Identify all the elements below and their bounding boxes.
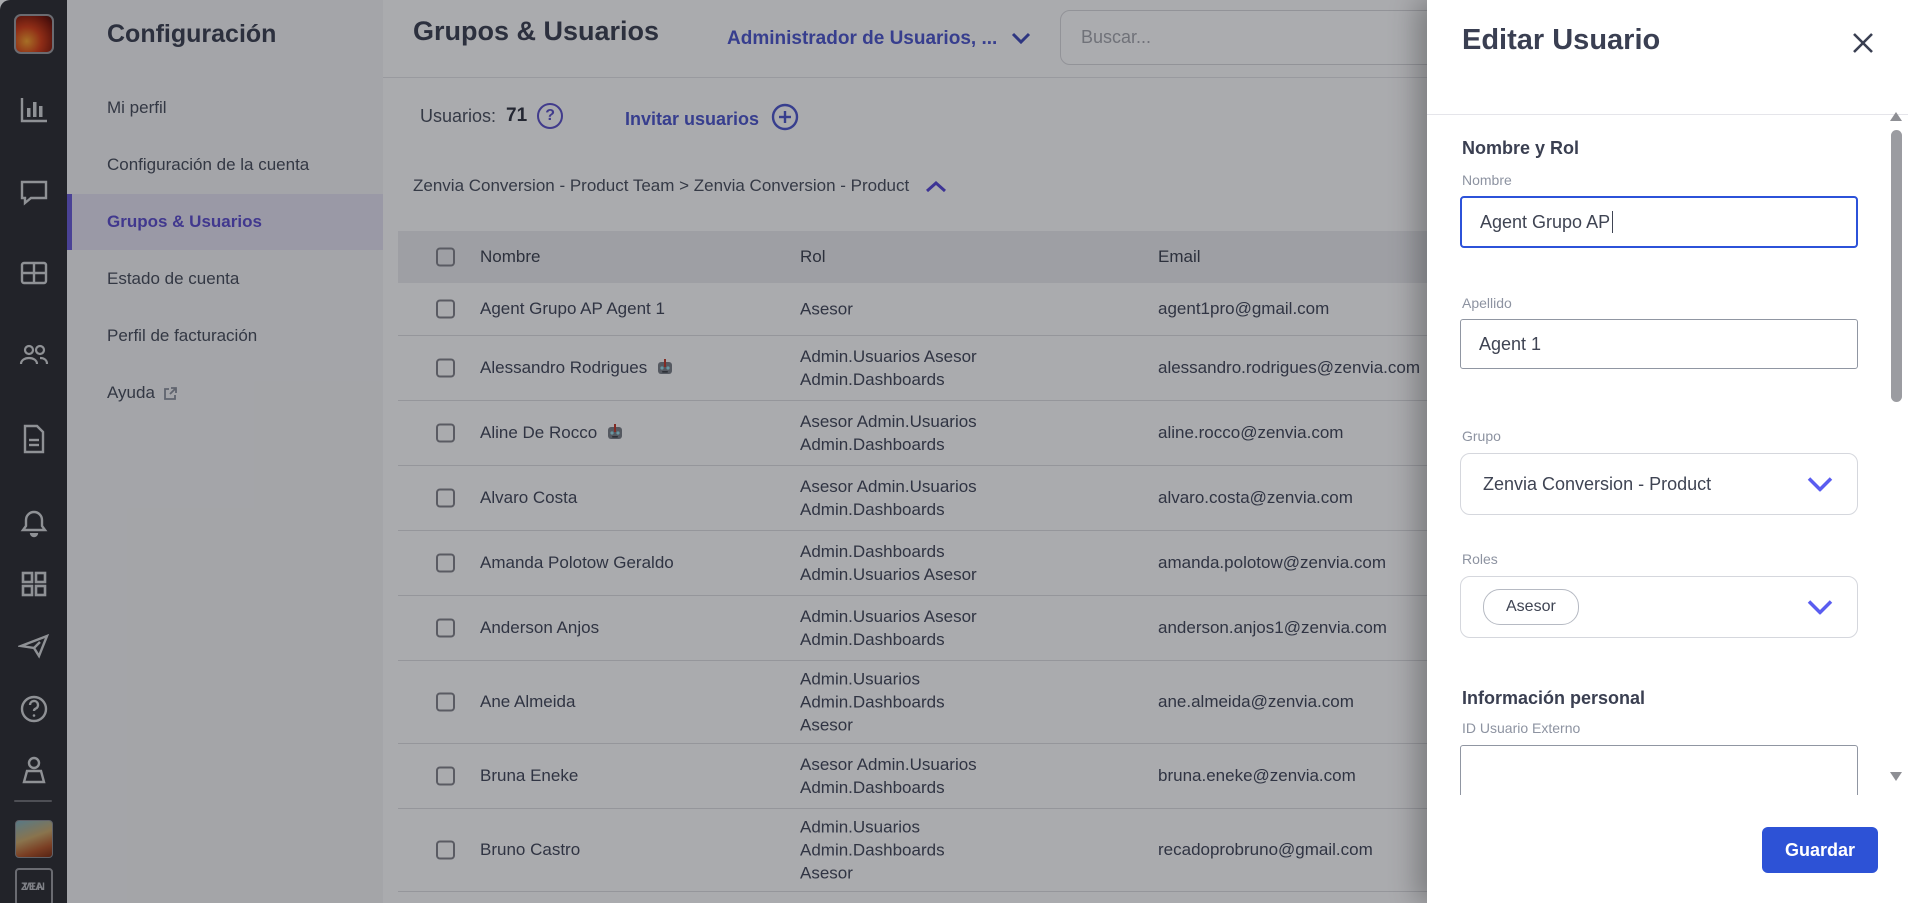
app-window: ZEN VIA Configuración Mi perfil Configur… xyxy=(0,0,1908,903)
scrollbar-thumb[interactable] xyxy=(1891,130,1902,402)
nombre-input[interactable]: Agent Grupo AP xyxy=(1460,196,1858,248)
scrollbar-up-arrow[interactable] xyxy=(1890,112,1902,121)
text-caret xyxy=(1612,211,1614,233)
chevron-down-icon xyxy=(1807,477,1833,492)
save-button[interactable]: Guardar xyxy=(1762,827,1878,873)
panel-divider xyxy=(1427,114,1908,115)
id-externo-label: ID Usuario Externo xyxy=(1462,720,1581,736)
apellido-label: Apellido xyxy=(1462,295,1512,311)
roles-select[interactable]: Asesor xyxy=(1460,576,1858,638)
nombre-label: Nombre xyxy=(1462,172,1512,188)
chevron-down-icon xyxy=(1807,600,1833,615)
nombre-value: Agent Grupo AP xyxy=(1480,211,1611,232)
edit-user-panel: Editar Usuario Nombre y Rol Nombre Agent… xyxy=(1427,0,1908,903)
close-icon[interactable] xyxy=(1850,30,1876,56)
section-name-role: Nombre y Rol xyxy=(1462,138,1580,158)
apellido-input[interactable]: Agent 1 xyxy=(1460,319,1858,369)
grupo-label: Grupo xyxy=(1462,428,1501,444)
section-personal-info: Información personal xyxy=(1462,688,1646,708)
apellido-value: Agent 1 xyxy=(1479,333,1542,354)
panel-title: Editar Usuario xyxy=(1462,24,1661,56)
grupo-select[interactable]: Zenvia Conversion - Product xyxy=(1460,453,1858,515)
role-chip: Asesor xyxy=(1483,589,1579,625)
grupo-value: Zenvia Conversion - Product xyxy=(1483,473,1712,494)
panel-footer: Guardar xyxy=(1427,795,1908,903)
modal-overlay xyxy=(0,0,1427,903)
scrollbar-down-arrow[interactable] xyxy=(1890,772,1902,781)
roles-label: Roles xyxy=(1462,551,1498,567)
